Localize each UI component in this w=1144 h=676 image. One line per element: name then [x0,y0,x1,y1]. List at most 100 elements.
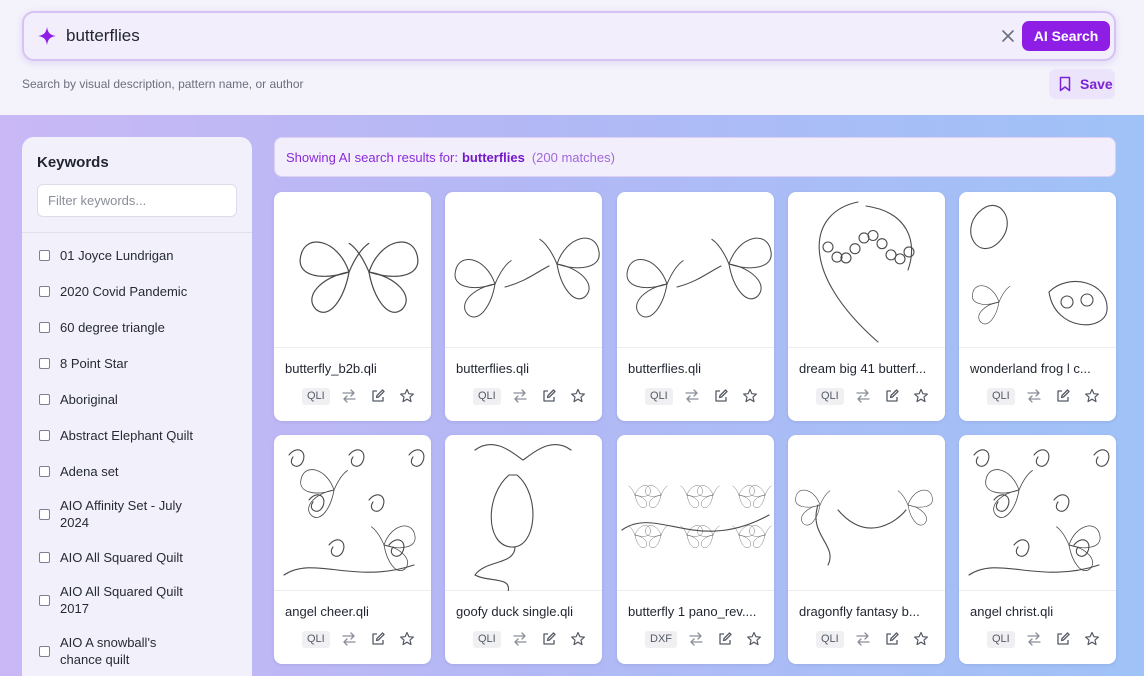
edit-icon[interactable] [717,631,733,647]
convert-icon[interactable] [341,388,357,404]
pattern-sketch [299,241,419,313]
edit-icon[interactable] [541,388,557,404]
results-banner: Showing AI search results for: butterfli… [274,137,1116,177]
keyword-item[interactable]: 2020 Covid Pandemic [39,283,195,300]
pattern-thumbnail[interactable] [445,192,602,348]
keyword-item[interactable]: AIO A snowball's chance quilt [39,634,195,668]
keyword-checkbox[interactable] [39,358,50,369]
pattern-sketch [474,443,572,596]
edit-icon[interactable] [884,388,900,404]
edit-icon[interactable] [370,631,386,647]
pattern-sketch [454,237,600,318]
convert-icon[interactable] [855,388,871,404]
convert-icon[interactable] [1026,388,1042,404]
card-actions: QLI [816,386,942,406]
edit-icon[interactable] [884,631,900,647]
format-badge: QLI [816,630,844,648]
convert-icon[interactable] [684,388,700,404]
pattern-card[interactable]: angel cheer.qli QLI [274,435,431,664]
pattern-card[interactable]: butterflies.qli QLI [445,192,602,421]
pattern-thumbnail[interactable] [445,435,602,596]
pattern-thumbnail[interactable] [788,435,945,591]
keyword-item[interactable]: 01 Joyce Lundrigan [39,247,195,264]
keyword-checkbox[interactable] [39,430,50,441]
keyword-item[interactable]: AIO All Squared Quilt [39,549,195,566]
star-icon[interactable] [1084,631,1100,647]
ai-search-button[interactable]: AI Search [1022,21,1110,51]
star-icon[interactable] [746,631,762,647]
pattern-thumbnail[interactable] [959,192,1116,348]
keyword-checkbox[interactable] [39,286,50,297]
keyword-item[interactable]: 60 degree triangle [39,319,195,336]
pattern-sketch [818,201,915,343]
pattern-thumbnail[interactable] [617,435,774,591]
pattern-sketch [968,449,1110,576]
keyword-label: AIO All Squared Quilt 2017 [60,584,183,616]
format-badge: QLI [302,630,330,648]
search-hint: Search by visual description, pattern na… [22,77,304,91]
keyword-item[interactable]: 8 Point Star [39,355,195,372]
pattern-name: dream big 41 butterf... [799,361,927,376]
keyword-checkbox[interactable] [39,322,50,333]
pattern-thumbnail[interactable] [788,192,945,348]
edit-icon[interactable] [713,388,729,404]
card-actions: QLI [473,386,599,406]
results-query: butterflies [461,149,525,165]
star-icon[interactable] [913,631,929,647]
convert-icon[interactable] [688,631,704,647]
edit-icon[interactable] [1055,631,1071,647]
keyword-checkbox[interactable] [39,552,50,563]
star-icon[interactable] [1084,388,1100,404]
star-icon[interactable] [913,388,929,404]
pattern-card[interactable]: dragonfly fantasy b... QLI [788,435,945,664]
star-icon[interactable] [399,388,415,404]
pattern-name: angel cheer.qli [285,604,369,619]
edit-icon[interactable] [541,631,557,647]
keyword-item[interactable]: Aboriginal [39,391,195,408]
pattern-card[interactable]: butterflies.qli QLI [617,192,774,421]
pattern-thumbnail[interactable] [959,435,1116,591]
format-badge: QLI [302,387,330,405]
convert-icon[interactable] [855,631,871,647]
keywords-sidebar: Keywords 01 Joyce Lundrigan 2020 Covid P… [22,137,252,676]
keyword-checkbox[interactable] [39,595,50,606]
keyword-filter-input[interactable] [37,184,237,217]
pattern-thumbnail[interactable] [617,192,774,348]
star-icon[interactable] [570,631,586,647]
pattern-thumbnail[interactable] [274,435,431,591]
keyword-label: AIO Affinity Set - July 2024 [60,498,182,530]
pattern-card[interactable]: butterfly 1 pano_rev.... DXF [617,435,774,664]
save-label: Save [1080,76,1113,92]
convert-icon[interactable] [1026,631,1042,647]
pattern-card[interactable]: dream big 41 butterf... QLI [788,192,945,421]
keyword-item[interactable]: Adena set [39,463,195,480]
pattern-card[interactable]: goofy duck single.qli QLI [445,435,602,664]
clear-search-icon[interactable] [999,27,1017,45]
pattern-card[interactable]: angel christ.qli QLI [959,435,1116,664]
keyword-item[interactable]: AIO All Squared Quilt 2017 [39,583,195,617]
convert-icon[interactable] [341,631,357,647]
save-search-button[interactable]: Save [1049,69,1115,99]
star-icon[interactable] [742,388,758,404]
convert-icon[interactable] [512,631,528,647]
sidebar-title: Keywords [37,154,109,171]
card-actions: QLI [987,629,1113,649]
keyword-item[interactable]: Abstract Elephant Quilt [39,427,220,444]
pattern-card[interactable]: butterfly_b2b.qli QLI [274,192,431,421]
keyword-item[interactable]: AIO Affinity Set - July 2024 [39,497,195,531]
card-actions: QLI [473,629,599,649]
keyword-checkbox[interactable] [39,394,50,405]
search-input[interactable] [66,21,946,51]
star-icon[interactable] [570,388,586,404]
keyword-checkbox[interactable] [39,250,50,261]
keyword-checkbox[interactable] [39,466,50,477]
pattern-card[interactable]: wonderland frog l c... QLI [959,192,1116,421]
pattern-thumbnail[interactable] [274,192,431,348]
edit-icon[interactable] [1055,388,1071,404]
pattern-sketch [626,237,772,318]
keyword-checkbox[interactable] [39,509,50,520]
convert-icon[interactable] [512,388,528,404]
keyword-checkbox[interactable] [39,646,50,657]
edit-icon[interactable] [370,388,386,404]
star-icon[interactable] [399,631,415,647]
